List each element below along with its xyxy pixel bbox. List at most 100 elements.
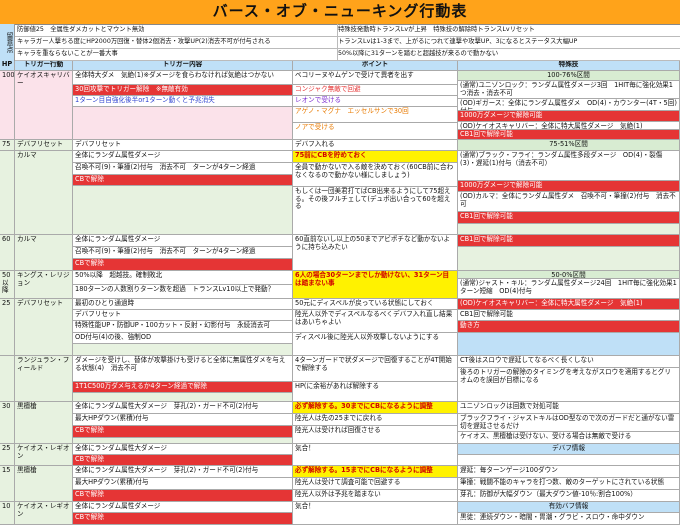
table-row: カルマ 全体にランダム属性ダメージ 召喚不可(9)・筆撞(2)付与 消去不可 タ… [0,151,680,235]
table-row: 75 デバフリセット デバフリセット デバフ入れる 75-51%区間 [0,140,680,151]
content-line: 全体にランダム属性大ダメージ [73,444,293,455]
special-line: (OD)ケイオスキャリバー：全体に特大属性ダメージ 気絶(1) [458,299,680,310]
special-line: 動き方 [458,321,680,333]
hp-cell [0,356,15,402]
point-line: ディスペル後に陸光人以外攻撃しないようにする [293,333,458,356]
content-line: デバフリセット [73,310,293,321]
special-filler [458,455,680,466]
notes-header: 留意点 [0,24,15,61]
point-line: 必ず解除する。30までにCBになるように調整 [293,402,458,414]
content-line: OD付与(4)の後、強制OD [73,333,293,344]
point-line: 必ず解除する。15までにCBになるように調整 [293,466,458,478]
section-label: 100-76%区間 [458,71,680,81]
point-line: 6人の場合30ターンまでしか動けない、31ターン目は踏まない事 [293,271,458,299]
trigger-cell: デバフリセット [15,140,73,151]
trigger-cell: デバフリセット [15,299,73,356]
hp-cell: 30 [0,402,15,444]
hp-cell: 75 [0,140,15,151]
content-filler [73,344,293,356]
notes-section: 留意点 防御値25 全属性ダメカットとマウント無効 特殊技発動時トランスLvが上… [0,24,680,61]
column-header-point: ポイント [293,61,458,71]
content-filler [73,186,293,235]
special-line: (通常)ブラック・フライ：ランダム属性多段ダメージ OD(4)・裂傷(3)・遅延… [458,151,680,181]
point-line: レオンで受ける [293,96,458,107]
point-line: 4ターンガードで状ダメージで回復することが4T開始で解除する [293,356,458,382]
column-header-special: 特殊技 [458,61,680,71]
special-line: CB1回で解除可能 [458,235,680,247]
special-line: 黒徒：連続ダウン・暗闇・胃潮・グラビ・スロウ・命中ダウン [458,513,680,525]
content-line: CBで解除 [73,455,293,466]
trigger-cell: ケイオス・レギオン [15,444,73,466]
page-title: バース・オブ・ニューキング行動表 [0,0,680,25]
special-line: 遅延：毎ターンゲージ100ダウン [458,466,680,478]
content-line: ダメージを受けし、替体が攻撃掛けも受けると全体に無属性ダメを与える状態(4) 消… [73,356,293,382]
special-line: 筆撞：戦闘不能のキャラを打つ数、敵のターゲットにされている状態 [458,478,680,490]
content-line: CBで解除 [73,426,293,438]
content-line: 全体にランダム属性ダメージ [73,235,293,247]
section-label: 50-0%区間 [458,271,680,279]
table-row: ランジュラン・フィールド ダメージを受けし、替体が攻撃掛けも受けると全体に無属性… [0,356,680,402]
table-row: 25 ケイオス・レギオン 全体にランダム属性大ダメージ CBで解除 気合！ デバ… [0,444,680,466]
content-line: 最大HPダウン(累積)付与 [73,414,293,426]
point-line: 気合！ [293,502,458,525]
content-line: 全体にランダム属性大ダメージ 芽孔(2)・ガード不可(2)付与 [73,402,293,414]
special-line: (OD)ケイオスキャリバー：全体に特大属性ダメージ 気絶(1) [458,122,680,130]
point-line: 陸光人は受ければ回復させる [293,426,458,444]
content-line: デバフリセット [73,140,293,151]
special-line: ユニゾンロックは回数で対処可能 [458,402,680,414]
point-line: 陸光人は先の25までに戻れる [293,414,458,426]
point-line: デバフ入れる [293,140,458,151]
special-line: (OD)カルマ：全体にランダム属性ダメ 召喚不可・筆撞(2)付与 消去不可 [458,192,680,212]
section-label: デバフ情報 [458,444,680,455]
content-line: CBで解除 [73,513,293,525]
point-line: 気合！ [293,444,458,466]
special-line: (通常)ジャスト・キル：ランダム属性ダメージ24回 1HIT毎に強化効果1ターン… [458,279,680,299]
table-row: 25 デバフリセット 最初のひとり通過時 デバフリセット 特殊性能UP・防御UP… [0,299,680,356]
table-row: 60 カルマ 全体にランダム属性ダメージ 召喚不可(9)・筆撞(2)付与 消去不… [0,235,680,271]
trigger-cell: ケイオスキャリバー [15,71,73,140]
content-line: CBで解除 [73,175,293,186]
section-label: 有効バフ情報 [458,502,680,513]
point-line: もしくは一団美君打てばCB出来るようにして75超える。その後フルチェして(デュポ… [293,187,458,235]
point-line: コンジャク無敵で回避 [293,85,458,96]
point-line: 全員で動かないで入る敵を決めておく(60CB前に合わなくなるので動かない様にしま… [293,163,458,187]
table-row: 50以降 キングス・レリジョン 50%以降 超越技。確制敗北 180ターンの人数… [0,271,680,299]
trigger-cell: ランジュラン・フィールド [15,356,73,402]
hp-cell: 10 [0,502,15,525]
content-line: 全体にランダム属性大ダメージ 芽孔(2)・ガード不可(2)付与 [73,466,293,478]
content-line: 召喚不可(9)・筆撞(2)付与 消去不可 ターンが4ターン経過 [73,163,293,175]
point-line: 陸光人以外は予兆を踏まない [293,490,458,502]
point-line: 50元にディスペルが戻っている状態にしておく [293,299,458,310]
hp-cell: 15 [0,466,15,502]
hp-cell: 60 [0,235,15,271]
point-line: 75前にCBを貯めておく [293,151,458,163]
special-line: CT後はスロウで遅延してなるべく長くしない [458,356,680,368]
trigger-cell: 黒檀槍 [15,466,73,502]
column-header-content: トリガー内容 [73,61,293,71]
content-line: 1ターン目自強化後半or1ターン動くと予兆消失 [73,96,293,107]
content-line: 全体にランダム属性ダメージ [73,151,293,163]
content-line: CBで解除 [73,490,293,502]
content-line: 180ターンの人数割りターン数を超過 トランスLv10以上で発動？ [73,285,293,299]
section-label [458,333,680,356]
trigger-cell: ケイオス・レギオン [15,502,73,525]
point-line: ノアで受ける [293,123,458,140]
content-line: 最大HPダウン(累積)付与 [73,478,293,490]
special-line: (OD)ギガース：全体にランダム属性ダメ OD(4)・カウンター(4T・5回)付… [458,99,680,111]
special-line: 芽孔：防御が大幅ダウン（最大ダウン値-10％:割合100%） [458,490,680,502]
point-line: 陸光人以外でディスペルなるべくデバフ入れ直し結果はあいちゃよい [293,310,458,333]
table-header-row: HP トリガー行動 トリガー内容 ポイント 特殊技 [0,61,680,71]
column-header-trigger: トリガー行動 [15,61,73,71]
spreadsheet: バース・オブ・ニューキング行動表 留意点 防御値25 全属性ダメカットとマウント… [0,0,680,525]
point-line: 60直前ないし以上の50までアビポチなど動かないように持ち込みたい [293,235,458,271]
content-line: CBで解除 [73,259,293,271]
special-line: 後ろのトリガーの解除のタイミングを考えながスロウを適用するとグリオムのを誤回が目… [458,368,680,402]
section-label: 75-51%区間 [458,140,680,151]
trigger-cell: 黒檀槍 [15,402,73,444]
content-filler [73,393,293,402]
content-line: 特殊性能UP・防御UP・100カット・反射・幻影付与 永続消去可 [73,321,293,333]
point-line: HP(に余裕があれば解除する [293,382,458,402]
hp-cell: 100 [0,71,15,140]
special-line: CB1回で解除可能 [458,310,680,321]
content-line: 50%以降 超越技。確制敗北 [73,271,293,285]
